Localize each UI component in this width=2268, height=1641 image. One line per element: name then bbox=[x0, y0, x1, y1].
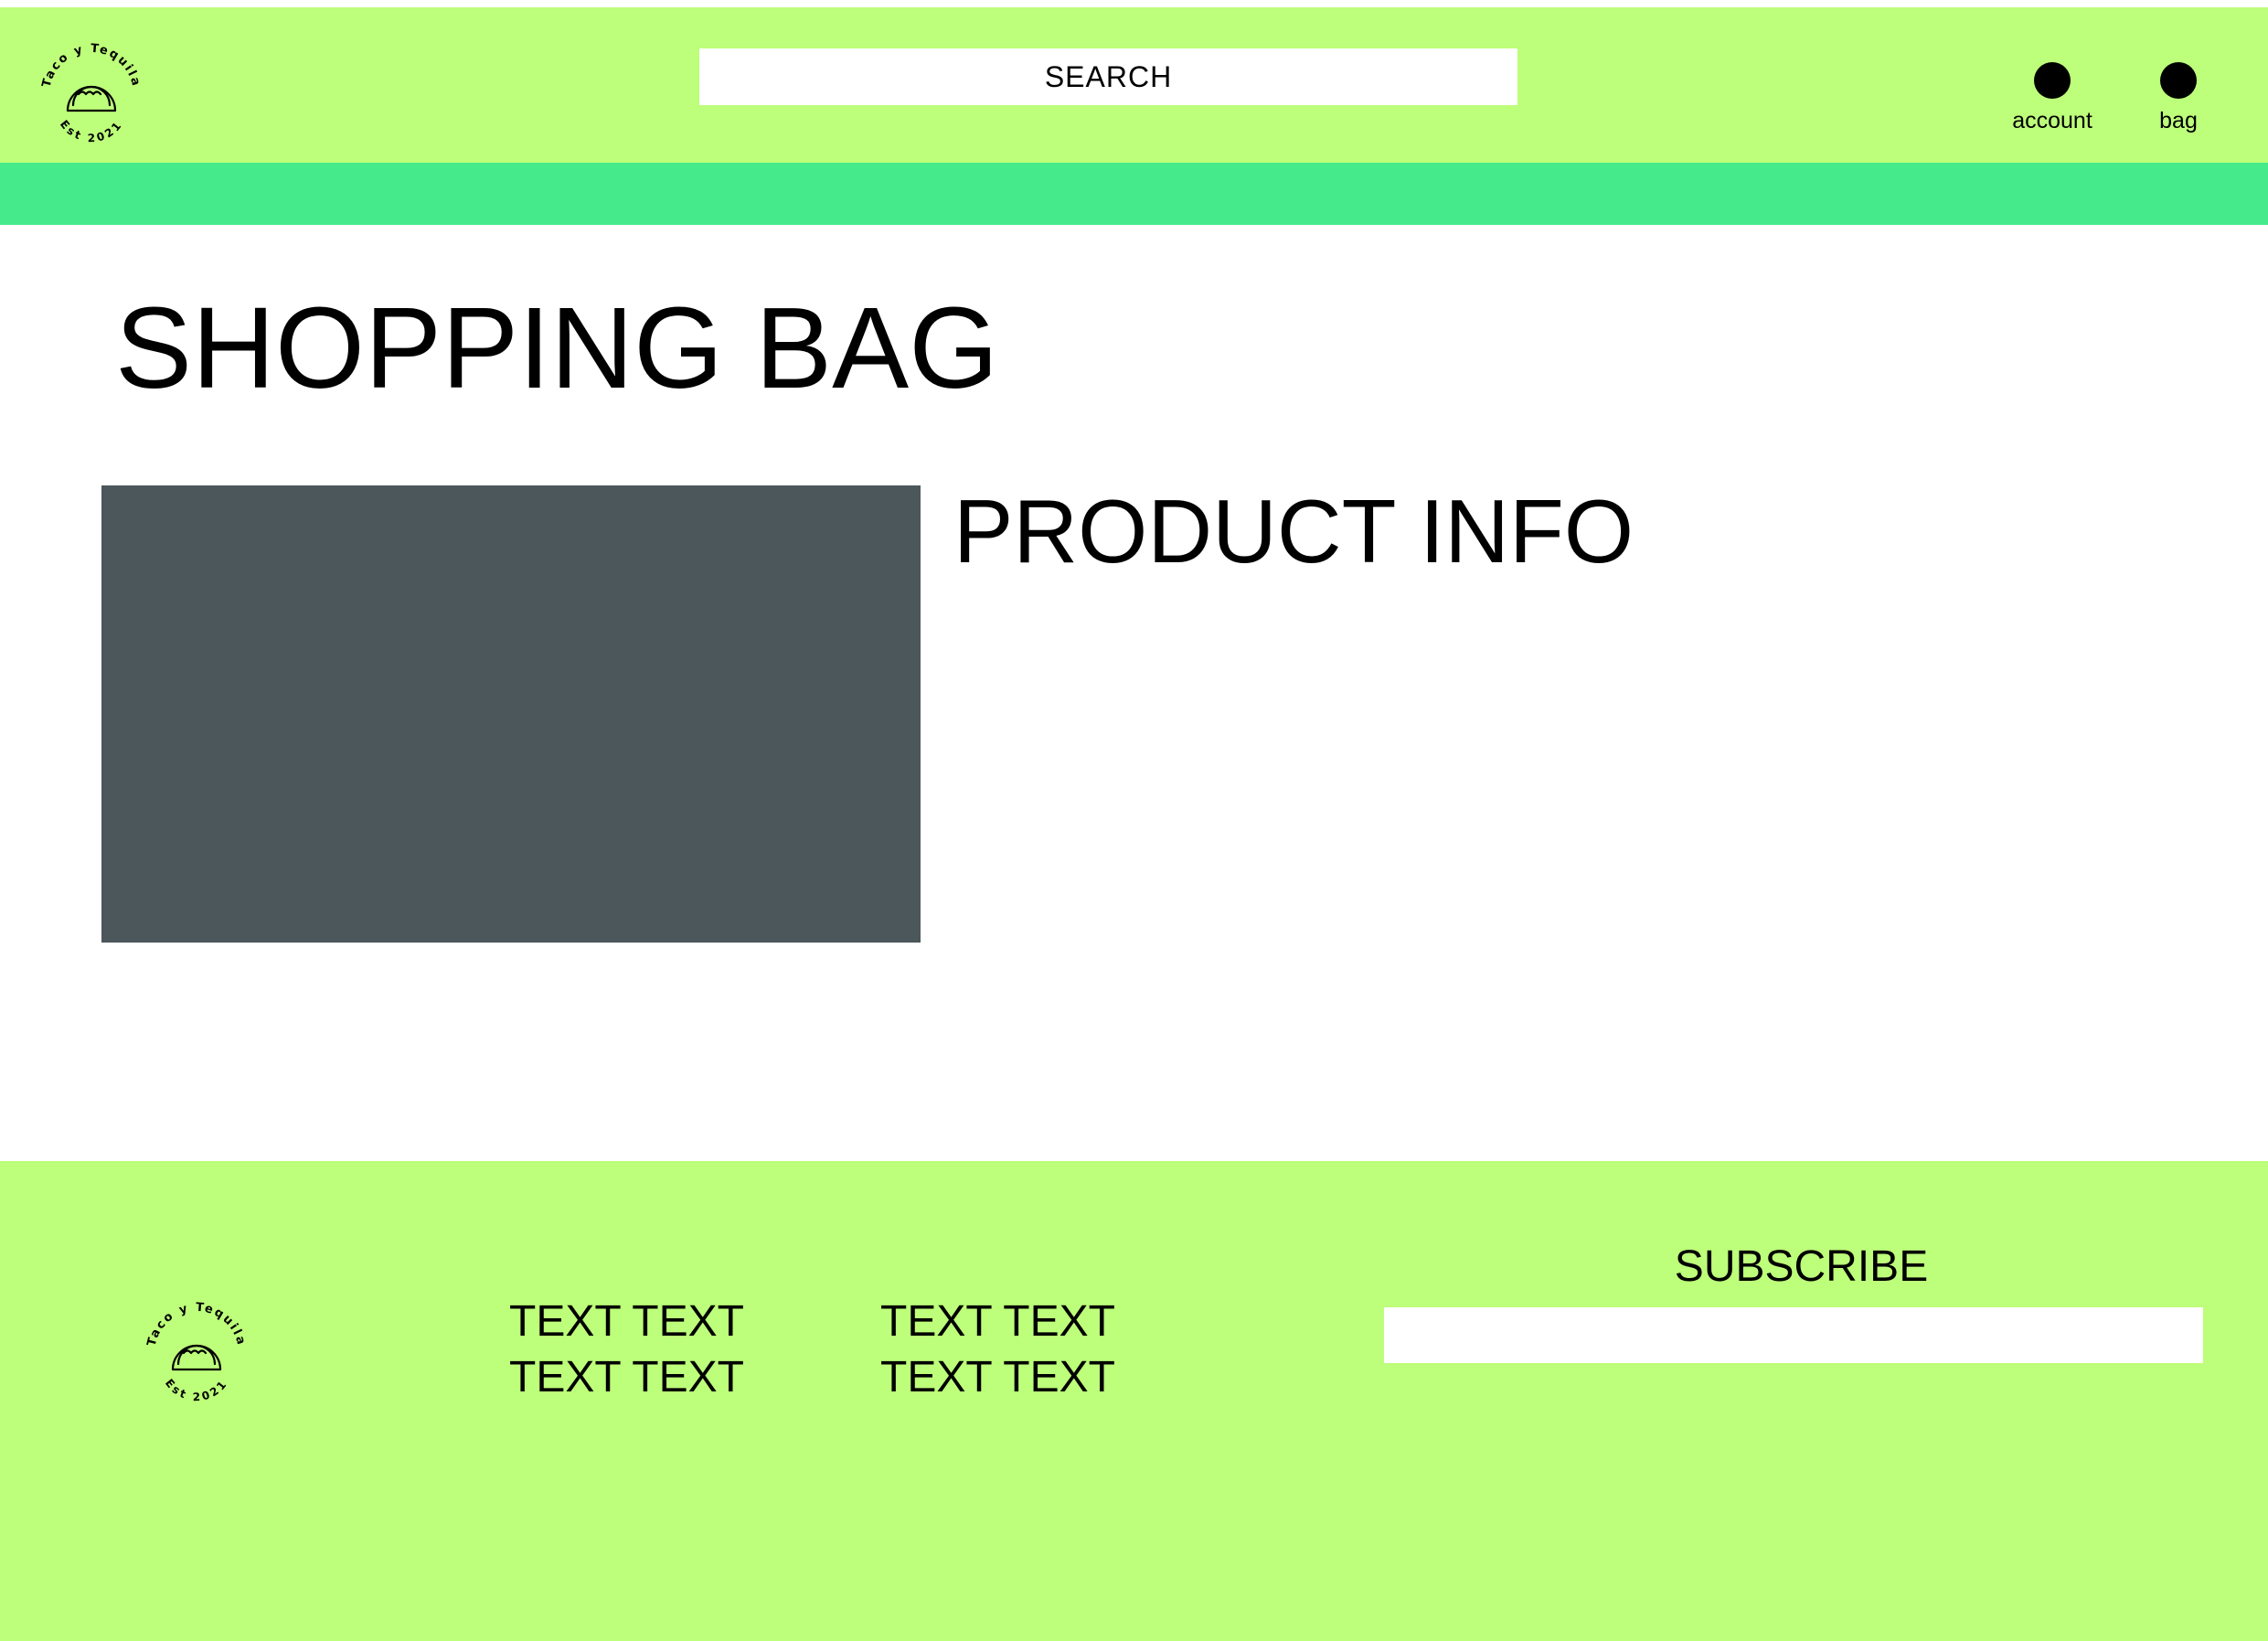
product-info-heading: PRODUCT INFO bbox=[953, 481, 1634, 581]
footer-link[interactable]: TEXT TEXT bbox=[880, 1294, 1115, 1349]
product-image-placeholder[interactable] bbox=[101, 485, 921, 943]
site-header: Taco y Tequila Est 2021 SEARCH account b… bbox=[0, 7, 2268, 163]
site-logo[interactable]: Taco y Tequila Est 2021 bbox=[37, 39, 146, 149]
bag-label: bag bbox=[2159, 108, 2198, 133]
bag-icon bbox=[2160, 62, 2197, 99]
taco-icon bbox=[66, 85, 117, 112]
bag-button[interactable]: bag bbox=[2128, 55, 2229, 137]
logo-established-text: Est 2021 bbox=[58, 118, 125, 144]
account-label: account bbox=[2012, 108, 2092, 133]
footer-logo-name-text: Taco y Tequila bbox=[145, 1301, 249, 1348]
site-footer: Taco y Tequila Est 2021 TEXT TEXT TEXT T… bbox=[0, 1161, 2268, 1641]
subscribe-email-field[interactable] bbox=[1384, 1307, 2203, 1363]
footer-logo-established-text: Est 2021 bbox=[163, 1377, 230, 1403]
logo-name-text: Taco y Tequila bbox=[40, 42, 144, 89]
footer-link[interactable]: TEXT TEXT bbox=[509, 1349, 744, 1405]
footer-links-column-1: TEXT TEXT TEXT TEXT bbox=[509, 1294, 744, 1405]
footer-link[interactable]: TEXT TEXT bbox=[880, 1349, 1115, 1405]
search-bar[interactable]: SEARCH bbox=[699, 48, 1517, 105]
taco-icon bbox=[171, 1344, 222, 1371]
account-icon bbox=[2034, 62, 2071, 99]
subscribe-label: SUBSCRIBE bbox=[1674, 1242, 1929, 1291]
footer-link[interactable]: TEXT TEXT bbox=[509, 1294, 744, 1349]
navigation-bar bbox=[0, 163, 2268, 225]
footer-logo[interactable]: Taco y Tequila Est 2021 bbox=[142, 1298, 251, 1408]
account-button[interactable]: account bbox=[2002, 55, 2103, 137]
footer-links-column-2: TEXT TEXT TEXT TEXT bbox=[880, 1294, 1115, 1405]
page-title: SHOPPING BAG bbox=[115, 283, 999, 412]
